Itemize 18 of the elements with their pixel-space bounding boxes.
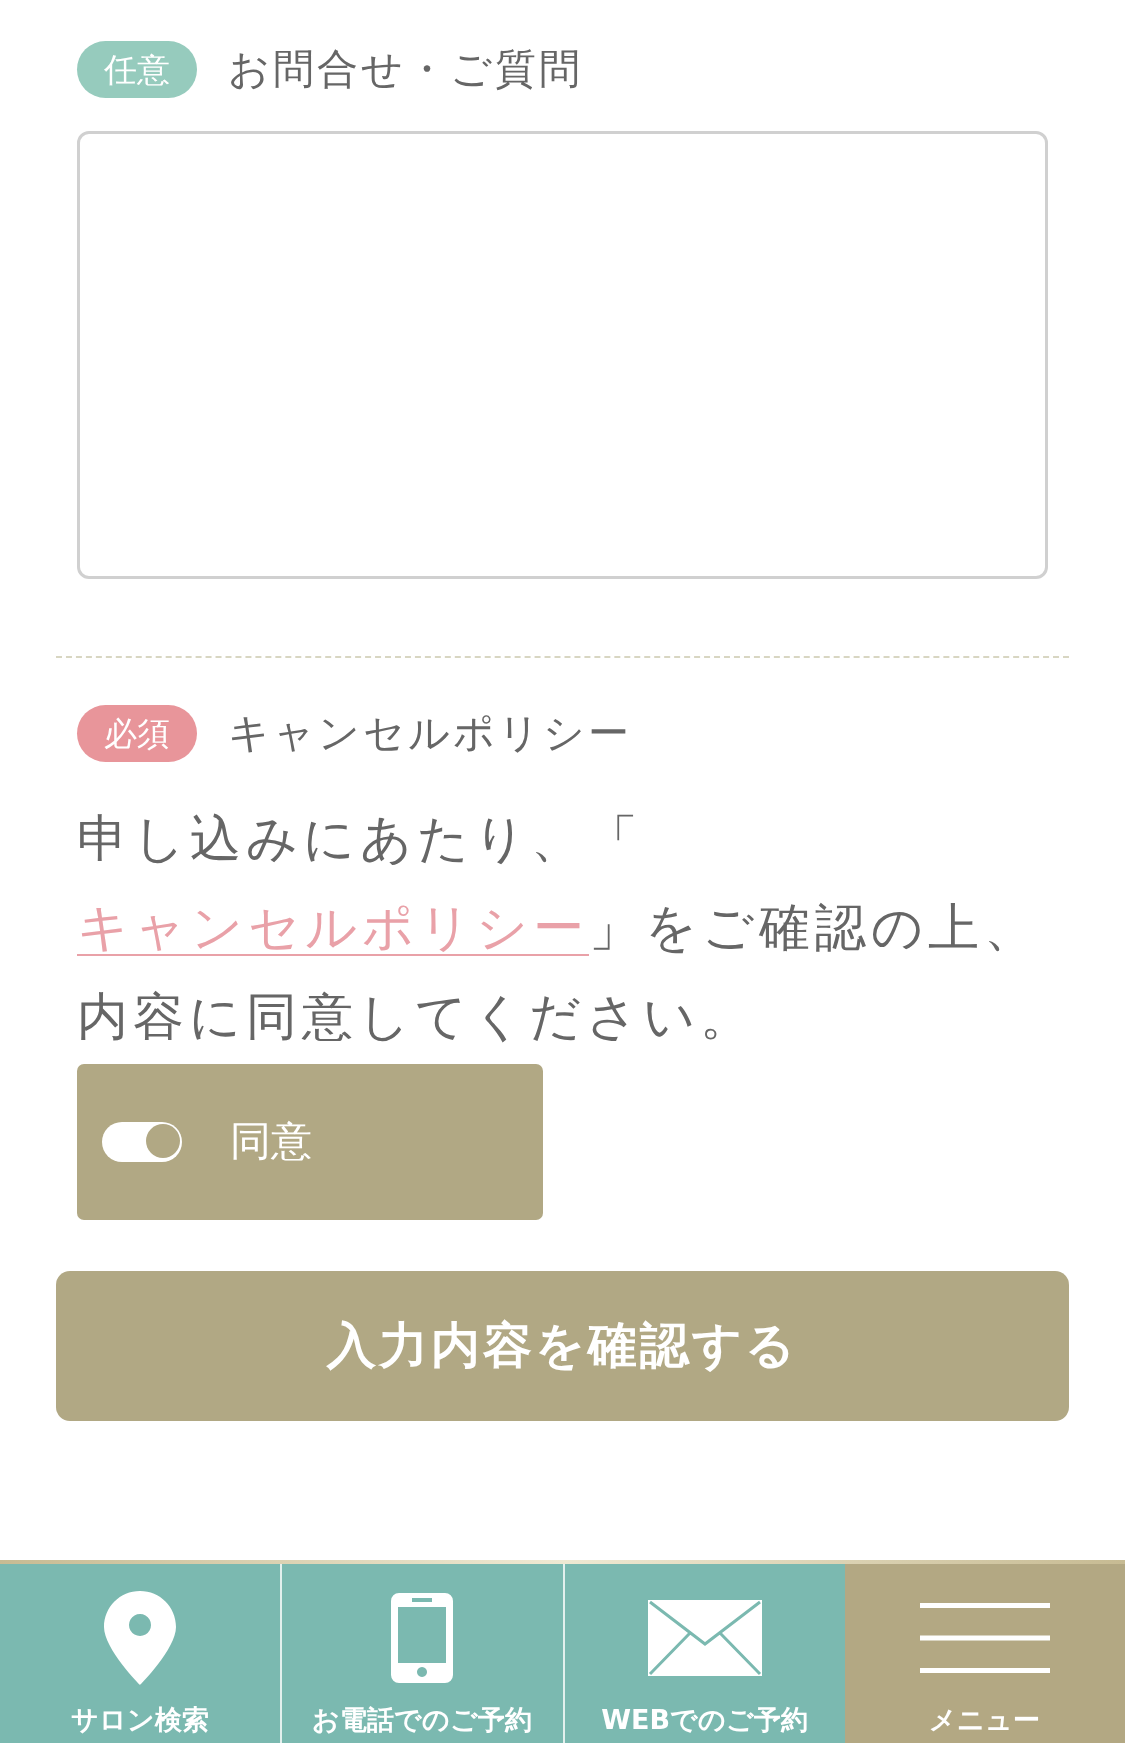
field-label: キャンセルポリシー — [228, 708, 632, 759]
location-pin-icon — [104, 1591, 177, 1685]
policy-notice: 申し込みにあたり、「 キャンセルポリシー」をご確認の上、内容に同意してください。 — [77, 808, 1041, 1048]
required-badge: 必須 — [77, 705, 197, 762]
nav-button[interactable]: WEBでのご予約 — [562, 1564, 845, 1743]
menu-button[interactable]: メニュー — [844, 1564, 1125, 1743]
nav-button[interactable]: お電話でのご予約 — [280, 1564, 563, 1743]
toggle-switch[interactable] — [102, 1122, 182, 1162]
cancel-policy-link[interactable]: キャンセルポリシー — [77, 898, 589, 957]
confirm-button[interactable]: 入力内容を確認する — [56, 1271, 1069, 1421]
agree-toggle[interactable]: 同意 — [77, 1064, 543, 1220]
smartphone-icon — [391, 1593, 454, 1683]
optional-badge: 任意 — [77, 41, 197, 98]
menu-icon — [919, 1603, 1050, 1673]
message-field[interactable] — [77, 131, 1048, 579]
envelope-icon — [647, 1600, 762, 1676]
field-label: お問合せ・ご質問 — [228, 44, 583, 95]
nav-button[interactable]: サロン検索 — [0, 1564, 281, 1743]
